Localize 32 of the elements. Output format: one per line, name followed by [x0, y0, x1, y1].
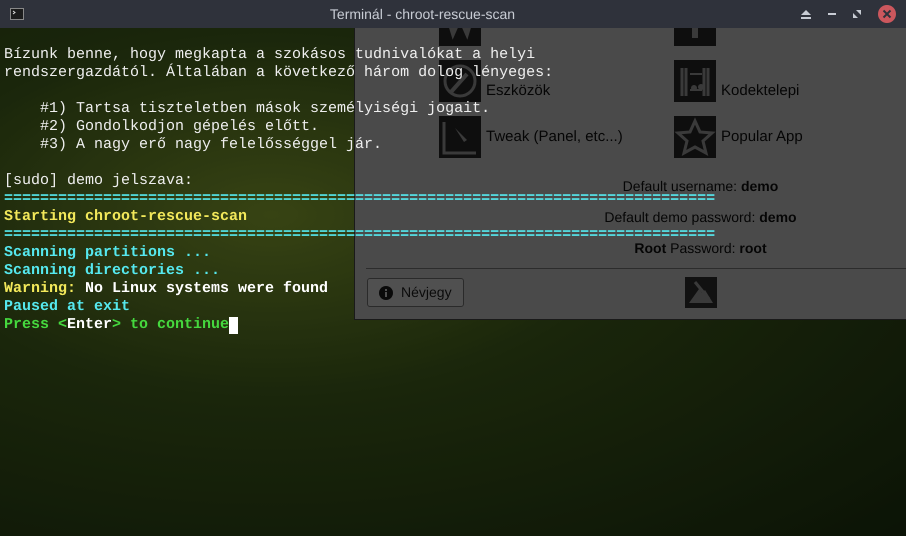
info-icon [379, 286, 393, 300]
terminal-line: Scanning partitions ... [4, 244, 212, 262]
close-icon[interactable] [878, 5, 896, 23]
terminal-icon [10, 8, 24, 20]
terminal-line: #2) Gondolkodjon gépelés előtt. [39, 118, 320, 136]
window-title: Terminál - chroot-rescue-scan [330, 4, 516, 24]
about-button[interactable]: Névjegy [367, 278, 464, 307]
pointer-icon[interactable] [439, 116, 481, 158]
terminal-line: [sudo] demo jelszava: [4, 172, 194, 190]
terminal-line: Scanning directories ... [4, 262, 220, 280]
terminal-text: Warning: [4, 280, 76, 298]
eject-icon[interactable] [801, 10, 811, 18]
maximize-icon[interactable] [853, 10, 861, 18]
tool-label[interactable]: Tweak (Panel, etc...) [486, 129, 623, 145]
terminal-text: > to continue [112, 316, 230, 334]
minimize-icon[interactable] [828, 13, 836, 15]
terminal-line: rendszergazdától. Általában a következő három dolog lényeges: [4, 64, 554, 82]
terminal-line: Paused at exit [4, 298, 130, 316]
logo-icon [685, 277, 717, 308]
terminal-line: Bízunk benne, hogy megkapta a szokásos tudnivalókat a helyi [4, 46, 536, 64]
terminal-line: Starting chroot-rescue-scan [4, 208, 248, 226]
terminal-line: #1) Tartsa tiszteletben mások személyiségi jogait. [39, 100, 490, 118]
terminal-text: Enter [67, 316, 112, 334]
film-music-icon[interactable] [674, 60, 716, 102]
terminal-line: #3) A nagy erő nagy felelősséggel jár. [39, 136, 382, 154]
tool-label[interactable]: Popular App [721, 129, 803, 145]
credential-text: Default demo password: demo [604, 208, 797, 227]
terminal-text: Press < [4, 316, 68, 334]
tool-label[interactable]: Kodektelepi [721, 83, 800, 99]
terminal-text: No Linux systems were found [84, 280, 328, 298]
tool-label[interactable]: Eszközök [486, 83, 550, 99]
star-icon[interactable] [674, 116, 716, 158]
